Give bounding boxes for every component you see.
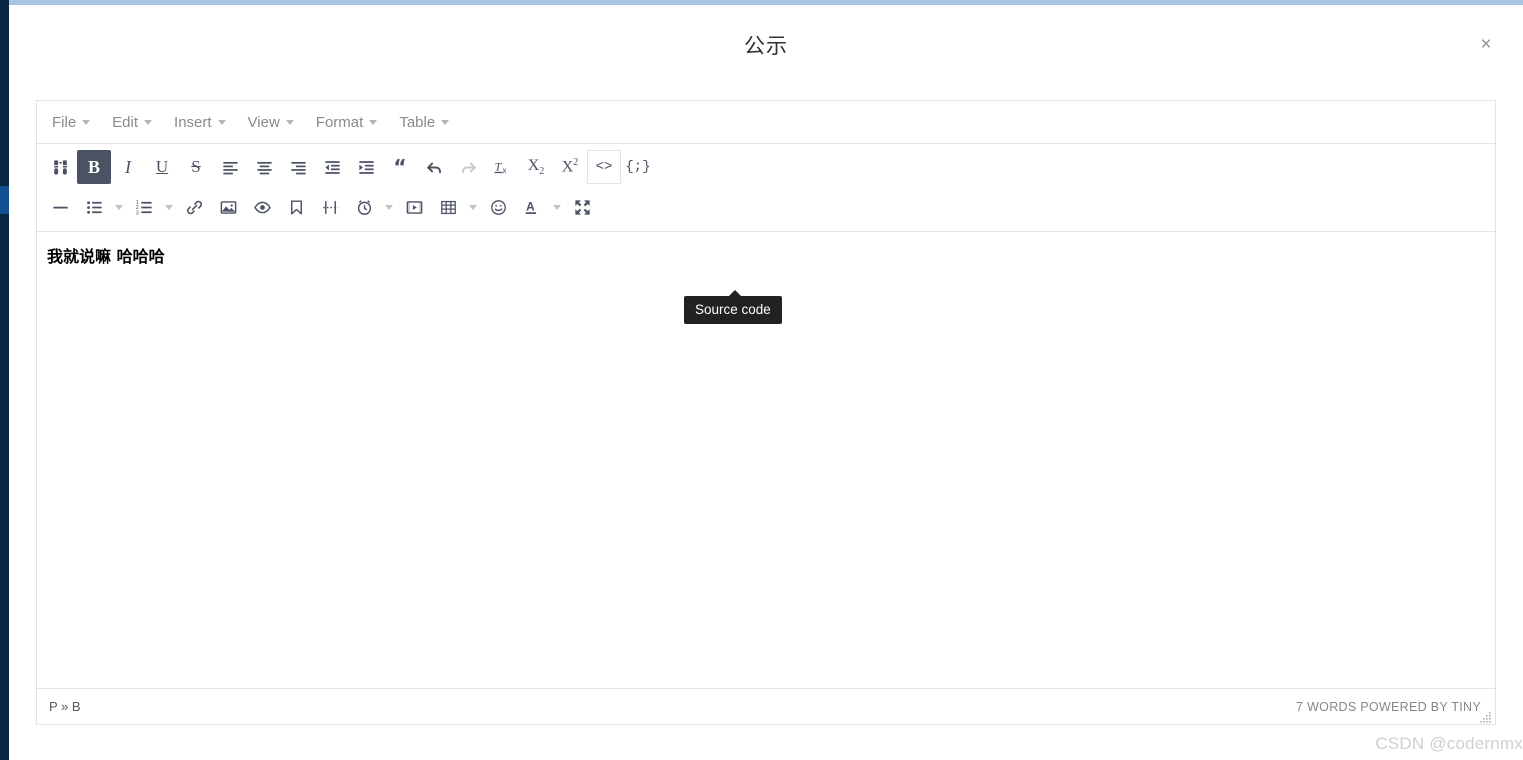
chevron-down-icon (217, 119, 226, 125)
editor-menubar: File Edit Insert View Format Table (37, 101, 1495, 144)
bullet-list-icon[interactable] (77, 190, 111, 224)
undo-icon[interactable] (417, 150, 451, 184)
chevron-down-icon (82, 119, 91, 125)
text-color-icon[interactable]: A (515, 190, 549, 224)
wordcount-branding[interactable]: 7 WORDS POWERED BY TINY (1296, 700, 1481, 714)
emoticons-icon[interactable] (481, 190, 515, 224)
remove-format-icon[interactable]: T x (485, 150, 519, 184)
watermark: CSDN @codernmx (1375, 734, 1523, 753)
anchor-icon[interactable] (279, 190, 313, 224)
table-icon[interactable] (431, 190, 465, 224)
numbered-list-chevron-down-icon[interactable] (161, 190, 177, 224)
menu-insert-label: Insert (174, 113, 212, 131)
menu-file-label: File (52, 113, 77, 131)
source-code-tooltip: Source code (684, 290, 782, 324)
editor-paragraph[interactable]: 我就说嘛 哈哈哈 (47, 246, 1485, 268)
text-color-chevron-down-icon[interactable] (549, 190, 565, 224)
media-icon[interactable] (397, 190, 431, 224)
menu-file[interactable]: File (43, 110, 99, 135)
menu-edit-label: Edit (112, 113, 139, 131)
bold-icon[interactable]: B (77, 150, 111, 184)
toolbar-row-1: B I U S “ T x X2 X2 <> {;} (43, 147, 1489, 187)
superscript-icon[interactable]: X2 (553, 150, 587, 184)
page-title: 公示 (744, 34, 788, 58)
search-replace-icon[interactable] (43, 150, 77, 184)
tooltip-label: Source code (695, 302, 771, 317)
menu-view[interactable]: View (239, 110, 303, 135)
modal-header: 公示 × (9, 5, 1523, 81)
blockquote-icon[interactable]: “ (383, 150, 417, 184)
preview-icon[interactable] (245, 190, 279, 224)
menu-edit[interactable]: Edit (103, 110, 161, 135)
element-path[interactable]: P » B (49, 699, 81, 714)
align-center-icon[interactable] (247, 150, 281, 184)
chevron-down-icon (441, 119, 450, 125)
strikethrough-icon[interactable]: S (179, 150, 213, 184)
numbered-list-icon[interactable]: 1 2 3 (127, 190, 161, 224)
menu-view-label: View (247, 113, 280, 131)
link-icon[interactable] (177, 190, 211, 224)
insert-datetime-chevron-down-icon[interactable] (381, 190, 397, 224)
close-icon[interactable]: × (1474, 33, 1498, 57)
image-icon[interactable] (211, 190, 245, 224)
menu-insert[interactable]: Insert (165, 110, 235, 135)
code-sample-icon[interactable]: {;} (621, 150, 655, 184)
svg-text:A: A (526, 199, 535, 213)
align-right-icon[interactable] (281, 150, 315, 184)
svg-text:T: T (494, 159, 502, 173)
underline-icon[interactable]: U (145, 150, 179, 184)
table-chevron-down-icon[interactable] (465, 190, 481, 224)
announcement-modal: 公示 × File Edit Insert View Format Table … (9, 5, 1523, 760)
tinymce-editor: File Edit Insert View Format Table B I U… (36, 100, 1496, 725)
page-break-icon[interactable] (313, 190, 347, 224)
subscript-icon[interactable]: X2 (519, 150, 553, 184)
fullscreen-icon[interactable] (565, 190, 599, 224)
resize-handle-icon[interactable] (1480, 710, 1492, 723)
menu-table[interactable]: Table (390, 110, 458, 135)
editor-statusbar: P » B 7 WORDS POWERED BY TINY (37, 688, 1495, 724)
insert-datetime-icon[interactable] (347, 190, 381, 224)
indent-icon[interactable] (349, 150, 383, 184)
menu-format[interactable]: Format (307, 110, 387, 135)
editor-toolbar: B I U S “ T x X2 X2 <> {;} 1 2 3 A Sourc… (37, 144, 1495, 324)
italic-icon[interactable]: I (111, 150, 145, 184)
left-nav-rail (0, 0, 9, 760)
align-left-icon[interactable] (213, 150, 247, 184)
source-code-icon[interactable]: <> (587, 150, 621, 184)
app-root: 公示 × File Edit Insert View Format Table … (0, 0, 1523, 760)
horizontal-rule-icon[interactable] (43, 190, 77, 224)
chevron-down-icon (285, 119, 294, 125)
left-nav-rail-active-marker (0, 186, 9, 214)
chevron-down-icon (369, 119, 378, 125)
bullet-list-chevron-down-icon[interactable] (111, 190, 127, 224)
menu-format-label: Format (315, 113, 364, 131)
tooltip-arrow (728, 290, 742, 297)
outdent-icon[interactable] (315, 150, 349, 184)
chevron-down-icon (144, 119, 153, 125)
menu-table-label: Table (399, 113, 436, 131)
toolbar-row-2: 1 2 3 A (43, 187, 1489, 227)
redo-icon[interactable] (451, 150, 485, 184)
statusbar-right: 7 WORDS POWERED BY TINY (1296, 700, 1481, 714)
svg-text:3: 3 (135, 210, 138, 216)
svg-text:x: x (502, 166, 506, 175)
